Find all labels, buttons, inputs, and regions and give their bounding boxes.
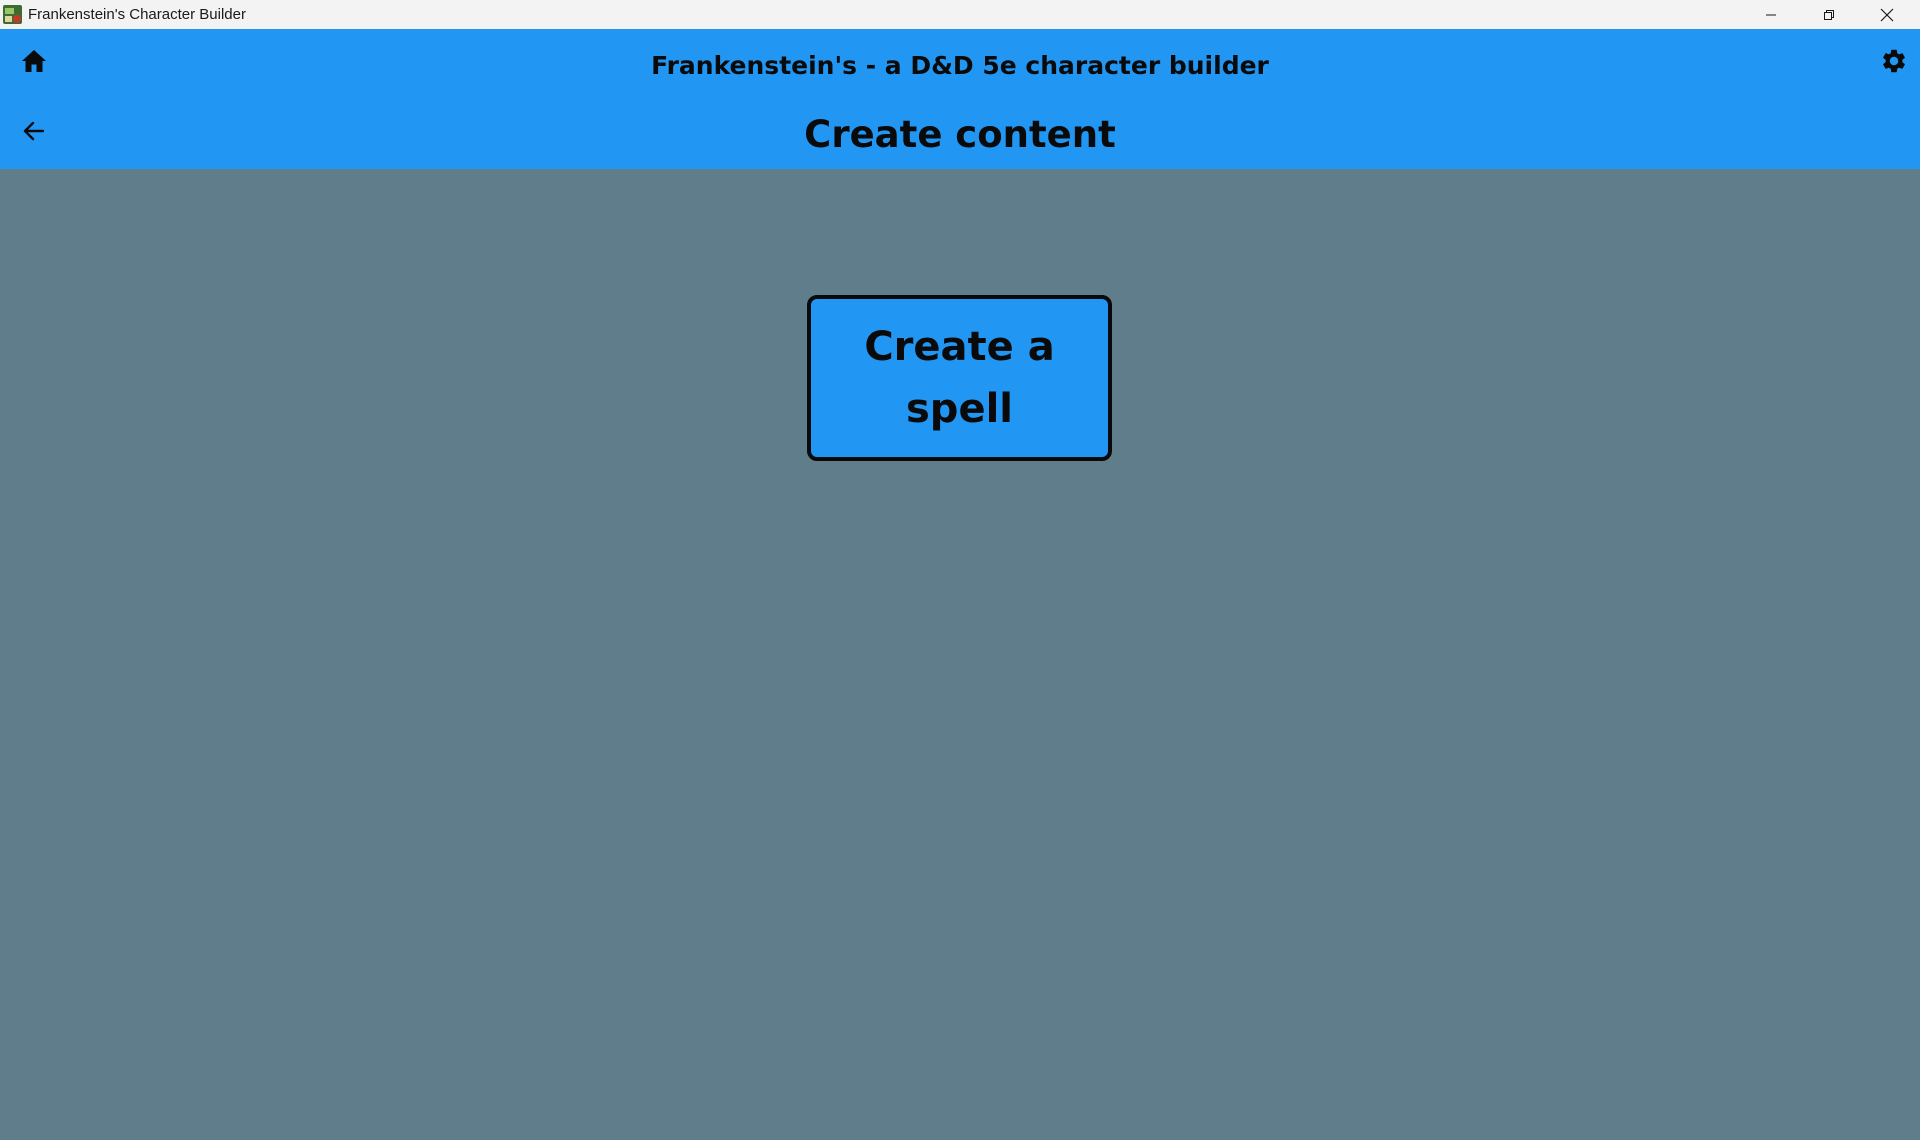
app-bar: Frankenstein's - a D&D 5e character buil… (0, 29, 1920, 169)
close-button[interactable] (1858, 0, 1916, 29)
window-titlebar: Frankenstein's Character Builder (0, 0, 1920, 29)
restore-button[interactable] (1800, 0, 1858, 29)
gear-icon (1880, 47, 1908, 79)
back-button[interactable] (16, 115, 52, 151)
home-icon (21, 49, 47, 77)
app-icon (2, 4, 23, 25)
window-title: Frankenstein's Character Builder (28, 6, 246, 23)
create-spell-label: Create a spell (864, 324, 1055, 432)
app-title: Frankenstein's - a D&D 5e character buil… (651, 51, 1269, 80)
minimize-button[interactable] (1742, 0, 1800, 29)
page-title: Create content (804, 113, 1116, 156)
arrow-left-icon (22, 119, 46, 147)
home-button[interactable] (16, 45, 52, 81)
create-spell-button[interactable]: Create a spell (807, 295, 1112, 461)
settings-button[interactable] (1876, 45, 1912, 81)
